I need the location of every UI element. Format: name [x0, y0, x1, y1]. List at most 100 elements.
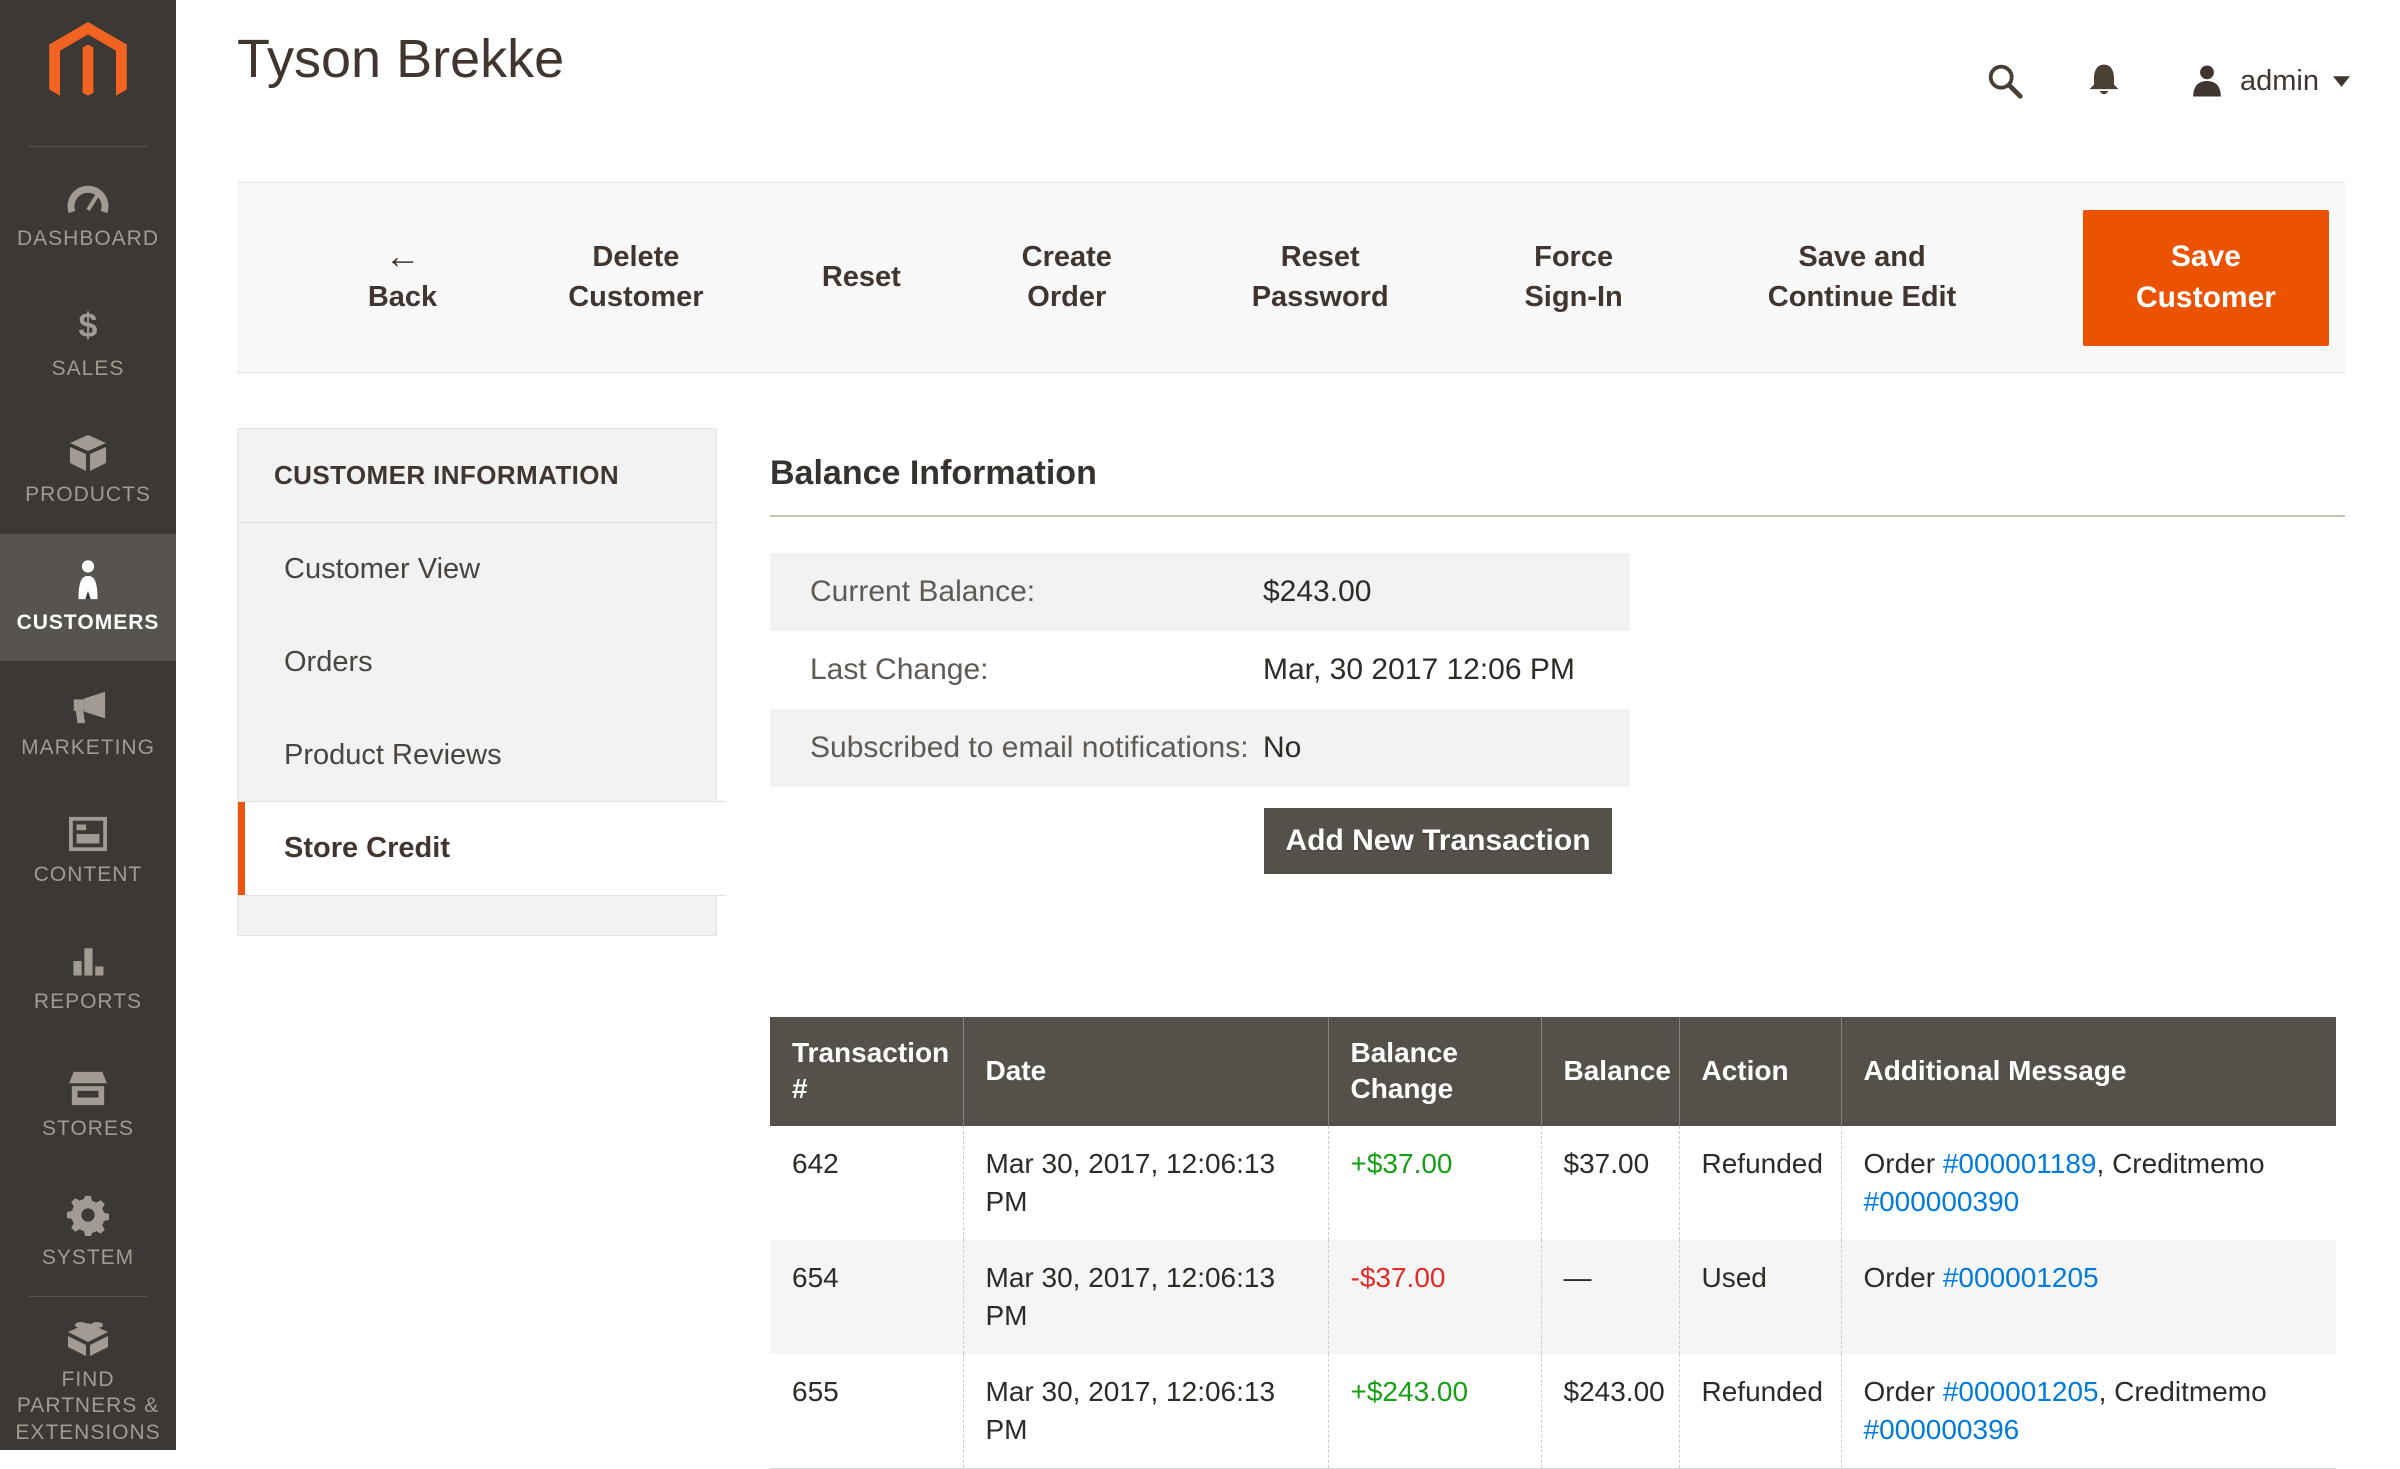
tab-customer-view[interactable]: Customer View: [238, 523, 716, 616]
sidebar-item-find-partners-extensions[interactable]: FIND PARTNERS & EXTENSIONS: [0, 1307, 176, 1457]
tab-orders[interactable]: Orders: [238, 616, 716, 709]
transactions-table-header-row: Transaction #DateBalance ChangeBalanceAc…: [770, 1017, 2336, 1126]
sidebar-item-content[interactable]: CONTENT: [0, 788, 176, 915]
reports-icon: [68, 942, 108, 980]
tab-store-credit[interactable]: Store Credit: [238, 802, 726, 895]
balance-change-value: +$243.00: [1351, 1376, 1469, 1407]
button-label: Back: [368, 281, 437, 313]
balance-change-cell: -$37.00: [1328, 1240, 1541, 1354]
info-value: No: [1263, 731, 1590, 765]
info-label: Subscribed to email notifications:: [810, 731, 1263, 765]
customer-information-title: CUSTOMER INFORMATION: [238, 429, 716, 523]
page-header: Tyson Brekke admin: [176, 0, 2400, 182]
balance-change-cell: +$243.00: [1328, 1354, 1541, 1469]
products-icon: [66, 433, 110, 473]
transaction-row: 642Mar 30, 2017, 12:06:13 PM+$37.00$37.0…: [770, 1126, 2336, 1240]
transaction-id-cell: 655: [770, 1354, 963, 1469]
svg-text:$: $: [79, 307, 98, 345]
balance-info-row: Last Change:Mar, 30 2017 12:06 PM: [770, 631, 1630, 709]
column-header-balance[interactable]: Balance: [1541, 1017, 1679, 1126]
message-text: Order: [1864, 1262, 1943, 1293]
transaction-row: 654Mar 30, 2017, 12:06:13 PM-$37.00—Used…: [770, 1240, 2336, 1354]
balance-change-cell: +$37.00: [1328, 1126, 1541, 1240]
balance-cell: —: [1541, 1240, 1679, 1354]
sidebar-nav: DASHBOARD $ SALES PRODUCTS CUSTOMERS MARKETIN…: [0, 153, 176, 1457]
order-number-link[interactable]: #000001205: [1943, 1376, 2099, 1407]
additional-message-cell: Order #000001189, Creditmemo #000000390: [1841, 1126, 2336, 1240]
column-header-transaction[interactable]: Transaction #: [770, 1017, 963, 1126]
magento-logo-icon[interactable]: [0, 0, 176, 112]
marketing-icon: [66, 688, 110, 726]
info-label: Last Change:: [810, 653, 1263, 687]
system-icon: [67, 1194, 109, 1236]
dashboard-icon: [66, 181, 110, 217]
search-icon[interactable]: [1984, 60, 2026, 102]
creditmemo-number-link[interactable]: #000000396: [1864, 1414, 2020, 1445]
sidebar-item-dashboard[interactable]: DASHBOARD: [0, 153, 176, 280]
transaction-date-cell: Mar 30, 2017, 12:06:13 PM: [963, 1354, 1328, 1469]
sidebar-item-label: DASHBOARD: [13, 226, 163, 252]
sidebar-item-sales[interactable]: $ SALES: [0, 280, 176, 407]
additional-message-cell: Order #000001205: [1841, 1240, 2336, 1354]
sidebar-item-products[interactable]: PRODUCTS: [0, 407, 176, 534]
tabs-footer: [238, 895, 716, 935]
action-cell: Refunded: [1679, 1126, 1841, 1240]
sidebar-item-label: MARKETING: [17, 735, 159, 761]
sidebar-item-reports[interactable]: REPORTS: [0, 915, 176, 1042]
sidebar-item-label: CONTENT: [30, 862, 147, 888]
button-label: Save Customer: [2136, 240, 2276, 314]
notifications-bell-icon[interactable]: [2084, 60, 2124, 102]
tab-label: Orders: [284, 646, 373, 679]
column-header-additional-message[interactable]: Additional Message: [1841, 1017, 2336, 1126]
creditmemo-number-link[interactable]: #000000390: [1864, 1186, 2020, 1217]
page-title: Tyson Brekke: [237, 28, 564, 90]
order-number-link[interactable]: #000001189: [1943, 1148, 2097, 1179]
sidebar-item-label: CUSTOMERS: [13, 610, 164, 636]
tab-product-reviews[interactable]: Product Reviews: [238, 709, 716, 802]
sidebar-item-customers[interactable]: CUSTOMERS: [0, 534, 176, 661]
reset-button[interactable]: Reset: [822, 258, 901, 297]
delete-customer-button[interactable]: Delete Customer: [548, 238, 723, 316]
button-label: Reset: [822, 261, 901, 293]
reset-password-button[interactable]: Reset Password: [1233, 238, 1408, 316]
save-and-continue-edit-button[interactable]: Save and Continue Edit: [1740, 238, 1985, 316]
transaction-date-cell: Mar 30, 2017, 12:06:13 PM: [963, 1240, 1328, 1354]
content-icon: [66, 815, 110, 853]
order-number-link[interactable]: #000001205: [1943, 1262, 2099, 1293]
balance-change-value: +$37.00: [1351, 1148, 1453, 1179]
force-sign-in-button[interactable]: Force Sign-In: [1506, 238, 1641, 316]
back-arrow-icon: ←: [355, 238, 450, 274]
sidebar-item-label: STORES: [38, 1116, 138, 1142]
sales-icon: $: [71, 305, 105, 347]
button-label: Delete Customer: [568, 241, 703, 312]
page-actions-toolbar: ← Back Delete Customer Reset Create Order Res…: [237, 182, 2345, 373]
save-customer-button[interactable]: Save Customer: [2083, 210, 2329, 346]
sidebar-item-label: SALES: [48, 356, 129, 382]
tab-label: Customer View: [284, 553, 480, 586]
additional-message-cell: Order #000001205, Creditmemo #000000396: [1841, 1354, 2336, 1469]
column-header-balance-change[interactable]: Balance Change: [1328, 1017, 1541, 1126]
create-order-button[interactable]: Create Order: [999, 238, 1134, 316]
sidebar-divider: [28, 146, 148, 147]
extensions-icon: [66, 1318, 110, 1358]
admin-user-menu[interactable]: admin: [2182, 60, 2356, 102]
sidebar-item-marketing[interactable]: MARKETING: [0, 661, 176, 788]
tab-label: Product Reviews: [284, 739, 502, 772]
add-new-transaction-button[interactable]: Add New Transaction: [1264, 808, 1612, 874]
button-label: Force Sign-In: [1524, 241, 1622, 312]
transaction-date-cell: Mar 30, 2017, 12:06:13 PM: [963, 1126, 1328, 1240]
customer-information-tabs: Customer ViewOrdersProduct ReviewsStore …: [238, 523, 716, 895]
sidebar-item-stores[interactable]: STORES: [0, 1042, 176, 1169]
admin-sidebar: DASHBOARD $ SALES PRODUCTS CUSTOMERS MARKETIN…: [0, 0, 176, 1450]
balance-cell: $37.00: [1541, 1126, 1679, 1240]
transactions-table: Transaction #DateBalance ChangeBalanceAc…: [770, 1017, 2336, 1469]
balance-cell: $243.00: [1541, 1354, 1679, 1469]
balance-info-table: Current Balance:$243.00Last Change:Mar, …: [770, 553, 1630, 787]
sidebar-item-label: SYSTEM: [38, 1245, 138, 1271]
column-header-date[interactable]: Date: [963, 1017, 1328, 1126]
sidebar-item-label: FIND PARTNERS & EXTENSIONS: [0, 1367, 176, 1446]
column-header-action[interactable]: Action: [1679, 1017, 1841, 1126]
sidebar-item-system[interactable]: SYSTEM: [0, 1169, 176, 1296]
back-button[interactable]: ← Back: [355, 238, 450, 317]
customers-icon: [73, 559, 103, 601]
